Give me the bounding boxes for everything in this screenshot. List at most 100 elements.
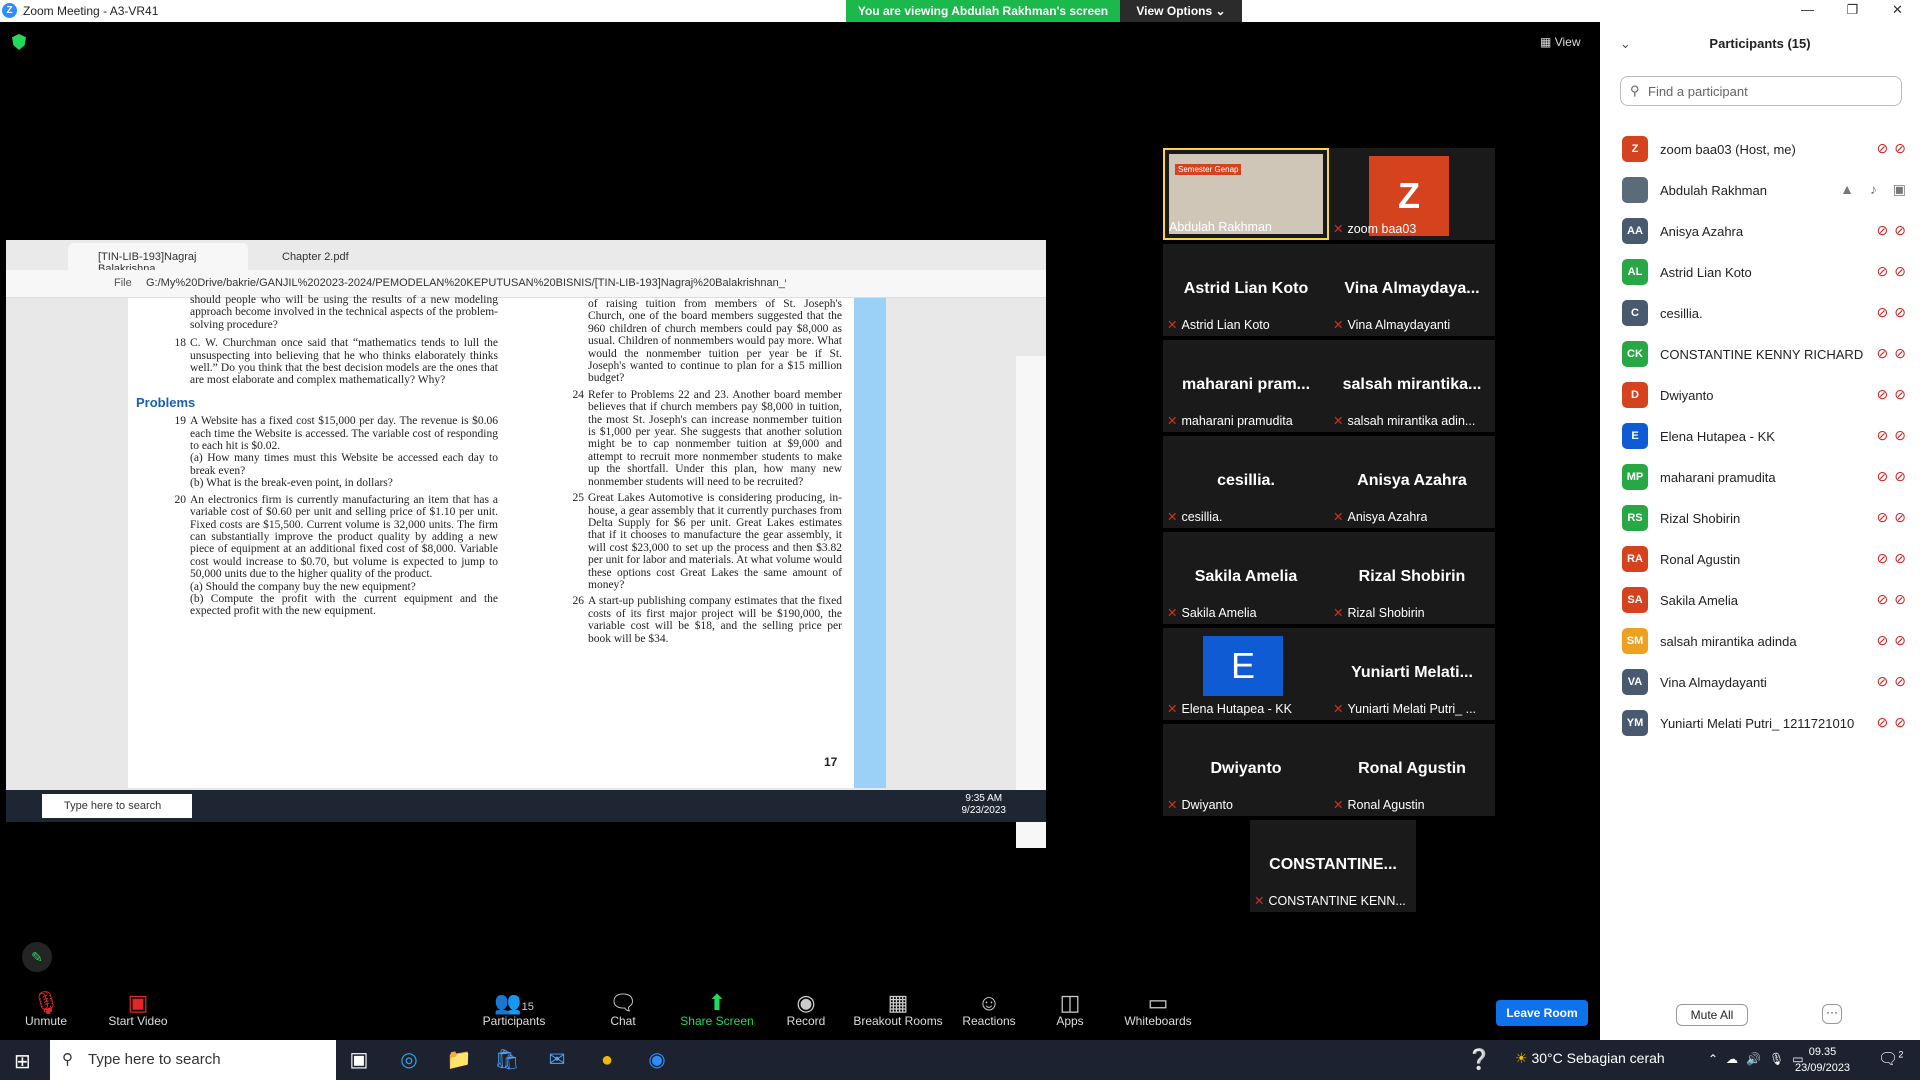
share-screen-button[interactable]: ⬆ Share Screen <box>667 990 767 1028</box>
problem-number: 26 <box>572 595 585 608</box>
tile-name-label: Abdulah Rakhman <box>1169 220 1272 234</box>
unmute-label: Unmute <box>24 1014 68 1028</box>
avatar: Z <box>1622 136 1648 162</box>
apps-icon: ◫ <box>1059 990 1081 1015</box>
participant-row[interactable]: MP maharani pramudita ⊘⊘ <box>1600 458 1920 498</box>
mail-icon[interactable]: ✉ <box>544 1048 570 1072</box>
tile-display-name: Anisya Azahra <box>1357 472 1467 489</box>
store-icon[interactable]: 🛍 <box>494 1048 520 1072</box>
problem-number: 19 <box>174 415 187 428</box>
start-video-button[interactable]: ▣ Start Video <box>88 990 188 1028</box>
avatar: E <box>1622 423 1648 449</box>
mic-video-muted-icon: ⊘⊘ <box>1876 263 1912 279</box>
participant-row[interactable]: Zzoom baa03 (Host, me) ⊘⊘ <box>1600 130 1920 170</box>
participant-row[interactable]: YM Yuniarti Melati Putri_ 1211721010 ⊘⊘ <box>1600 704 1920 744</box>
windows-start-icon[interactable]: ⊞ <box>14 1049 31 1074</box>
participant-row[interactable]: RA Ronal Agustin ⊘⊘ <box>1600 540 1920 580</box>
more-button[interactable]: ··· <box>1822 1004 1842 1024</box>
video-tile[interactable]: Dwiyanto ✕ Dwiyanto <box>1163 724 1329 816</box>
chrome-icon[interactable]: ● <box>594 1048 620 1072</box>
participant-name: Abdulah Rakhman <box>1660 183 1767 198</box>
start-video-label: Start Video <box>108 1014 168 1028</box>
encryption-shield-icon[interactable] <box>12 34 26 50</box>
taskbar-clock[interactable]: 09.35 23/09/2023 <box>1795 1044 1850 1076</box>
video-tile[interactable]: Ronal Agustin ✕ Ronal Agustin <box>1329 724 1495 816</box>
unmute-button[interactable]: 🎙 Unmute <box>0 990 96 1028</box>
participants-label: Participants <box>482 1014 546 1028</box>
participant-row[interactable]: RS Rizal Shobirin ⊘⊘ <box>1600 499 1920 539</box>
view-button[interactable]: ▦ View <box>1540 35 1580 49</box>
tile-display-name: salsah mirantika... <box>1342 376 1482 393</box>
participant-row[interactable]: D Dwiyanto ⊘⊘ <box>1600 376 1920 416</box>
minimize-icon[interactable]: — <box>1785 0 1830 22</box>
browser-tab-active[interactable]: [TIN-LIB-193]Nagraj Balakrishna... <box>68 243 248 275</box>
video-tile[interactable]: salsah mirantika... ✕ salsah mirantika adi… <box>1329 340 1495 432</box>
participants-button[interactable]: 👥15 Participants <box>464 990 564 1028</box>
file-explorer-icon[interactable]: 📁 <box>446 1048 472 1072</box>
participant-row[interactable]: E Elena Hutapea - KK ⊘⊘ <box>1600 417 1920 457</box>
participant-row[interactable]: AA Anisya Azahra ⊘⊘ <box>1600 212 1920 252</box>
pdf-left-column: should people who will be using the resu… <box>136 294 498 618</box>
annotate-pencil-icon[interactable]: ✎ <box>22 942 52 972</box>
participants-title: Participants (15) <box>1709 36 1811 51</box>
video-tile[interactable]: cesillia. ✕ cesillia. <box>1163 436 1329 528</box>
whiteboards-button[interactable]: ▭ Whiteboards <box>1108 990 1208 1028</box>
video-tile[interactable]: Vina Almaydaya... ✕ Vina Almaydayanti <box>1329 244 1495 336</box>
participant-row[interactable]: SA Sakila Amelia ⊘⊘ <box>1600 581 1920 621</box>
participant-row[interactable]: Abdulah Rakhman ▲ ♪ ▣ <box>1600 171 1920 211</box>
participant-name: maharani pramudita <box>1660 470 1776 485</box>
mute-all-button[interactable]: Mute All <box>1676 1004 1748 1026</box>
breakout-rooms-button[interactable]: ▦ Breakout Rooms <box>848 990 948 1028</box>
chevron-down-icon: ⌄ <box>1215 4 1226 18</box>
restore-icon[interactable]: ❐ <box>1830 0 1875 22</box>
tab-label: Chapter 2.pdf <box>282 251 349 263</box>
video-tile[interactable]: Yuniarti Melati... ✕ Yuniarti Melati Putri… <box>1329 628 1495 720</box>
mic-video-muted-icon: ⊘⊘ <box>1876 304 1912 320</box>
leave-room-button[interactable]: Leave Room <box>1496 1000 1588 1026</box>
problem-item: 25 Great Lakes Automotive is considering … <box>573 492 843 591</box>
video-tile[interactable]: CONSTANTINE... ✕ CONSTANTINE KENN... <box>1250 820 1416 912</box>
weather-widget[interactable]: ☀ 30°C Sebagian cerah <box>1515 1050 1665 1067</box>
apps-button[interactable]: ◫ Apps <box>1020 990 1120 1028</box>
mic-video-muted-icon: ⊘⊘ <box>1876 509 1912 525</box>
participant-row[interactable]: CK CONSTANTINE KENNY RICHARD ⊘⊘ <box>1600 335 1920 375</box>
taskbar-search-input[interactable]: ⚲ Type here to search <box>50 1040 336 1080</box>
participant-name: Anisya Azahra <box>1660 224 1744 239</box>
view-options-button[interactable]: View Options ⌄ <box>1120 0 1242 22</box>
video-tile[interactable]: Rizal Shobirin ✕ Rizal Shobirin <box>1329 532 1495 624</box>
record-button[interactable]: ◉ Record <box>756 990 856 1028</box>
chat-button[interactable]: 🗨 Chat <box>573 990 673 1028</box>
video-tile-active-speaker[interactable]: Semester Genap Abdulah Rakhman <box>1163 148 1329 240</box>
edge-icon[interactable]: ◎ <box>396 1048 422 1072</box>
address-input[interactable]: G:/My%20Drive/bakrie/GANJIL%202023-2024/… <box>146 277 786 289</box>
video-tile[interactable]: Z ✕ zoom baa03 <box>1329 148 1495 240</box>
video-tile[interactable]: Sakila Amelia ✕ Sakila Amelia <box>1163 532 1329 624</box>
problem-number: 18 <box>174 337 187 350</box>
tile-name-text: Dwiyanto <box>1181 798 1233 812</box>
apps-label: Apps <box>1056 1014 1084 1028</box>
close-icon[interactable]: ✕ <box>1875 0 1920 22</box>
tile-name-label: ✕ Yuniarti Melati Putri_ ... <box>1333 701 1476 716</box>
notification-icon[interactable]: 🗨2 <box>1878 1049 1903 1069</box>
avatar: VA <box>1622 669 1648 695</box>
zoom-taskbar-icon[interactable]: ◉ <box>644 1048 670 1072</box>
tile-name-label: ✕ maharani pramudita <box>1167 413 1293 428</box>
video-tile[interactable]: maharani pram... ✕ maharani pramudita <box>1163 340 1329 432</box>
zoom-app-icon: Z <box>2 3 17 18</box>
window-controls: — ❐ ✕ <box>1785 0 1920 22</box>
participant-search-input[interactable]: ⚲ Find a participant <box>1620 76 1902 106</box>
tile-name-text: Abdulah Rakhman <box>1169 220 1272 234</box>
video-tile[interactable]: E ✕ Elena Hutapea - KK <box>1163 628 1329 720</box>
participant-row[interactable]: Ccesillia. ⊘⊘ <box>1600 294 1920 334</box>
participant-row[interactable]: VA Vina Almaydayanti ⊘⊘ <box>1600 663 1920 703</box>
help-icon[interactable]: ❔ <box>1466 1048 1492 1072</box>
shared-taskbar: Type here to search 9:35 AM 9/23/2023 <box>6 790 1046 822</box>
participant-row[interactable]: AL Astrid Lian Koto ⊘⊘ <box>1600 253 1920 293</box>
browser-tab[interactable]: Chapter 2.pdf <box>252 243 432 270</box>
task-view-icon[interactable]: ▣ <box>346 1048 372 1072</box>
tile-name-text: Astrid Lian Koto <box>1181 318 1270 332</box>
participant-row[interactable]: SM salsah mirantika adinda ⊘⊘ <box>1600 622 1920 662</box>
video-tile[interactable]: Astrid Lian Koto ✕ Astrid Lian Koto <box>1163 244 1329 336</box>
video-tile[interactable]: Anisya Azahra ✕ Anisya Azahra <box>1329 436 1495 528</box>
problems-heading: Problems <box>136 394 196 410</box>
